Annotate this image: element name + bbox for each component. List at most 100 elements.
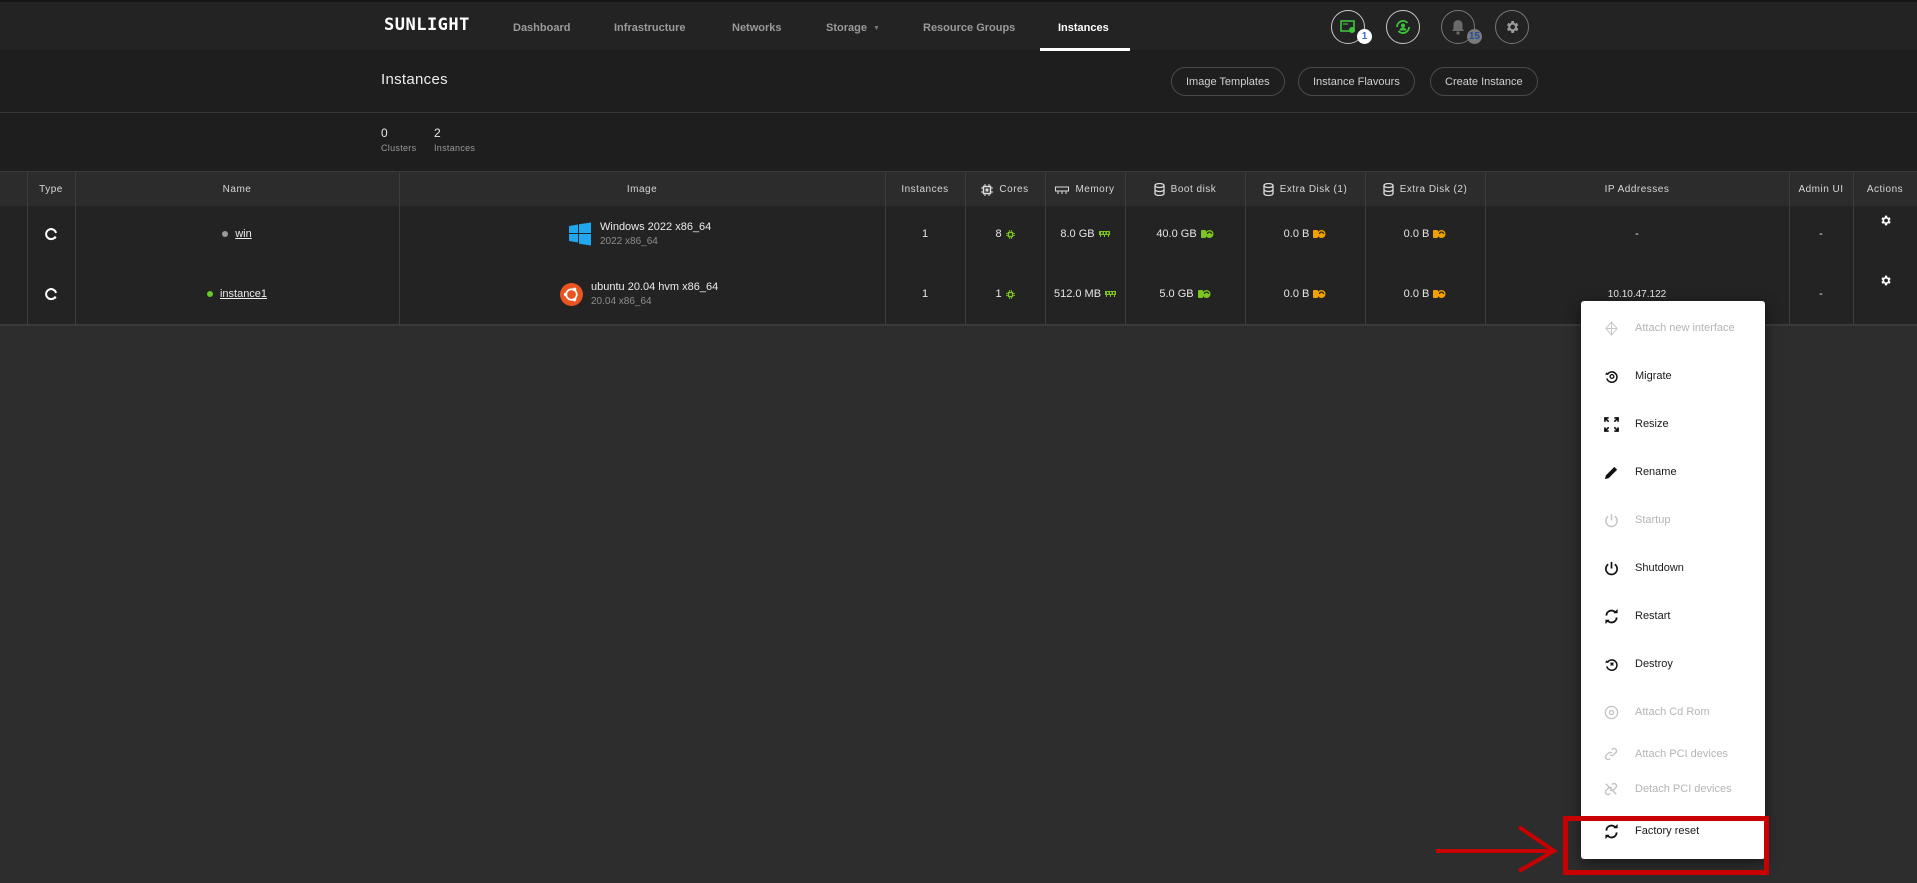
extra-disk-2-cell: 0.0 B (1365, 264, 1485, 324)
menu-rename[interactable]: Rename (1581, 455, 1765, 489)
col-boot-disk-label: Boot disk (1170, 184, 1217, 195)
col-name[interactable]: Name (75, 173, 399, 206)
nav-instances[interactable]: Instances (1058, 22, 1109, 34)
col-ip-addresses[interactable]: IP Addresses (1485, 173, 1789, 206)
menu-attach-pci-devices[interactable]: Attach PCI devices (1581, 737, 1765, 771)
menu-migrate[interactable]: Migrate (1581, 359, 1765, 393)
menu-attach-new-interface[interactable]: Attach new interface (1581, 311, 1765, 345)
image-title: Windows 2022 x86_64 (600, 221, 712, 233)
extra-disk-1-cell: 0.0 B (1245, 204, 1365, 264)
memory-icon (1055, 186, 1070, 194)
table-row[interactable]: win Windows 2022 x86_64 2022 x86_64 1 8 … (0, 204, 1917, 264)
extra-disk-2-value: 0.0 B (1403, 228, 1430, 240)
license-button[interactable]: 1 (1331, 10, 1372, 44)
instance-type-icon (45, 228, 57, 241)
user-sync-button[interactable] (1386, 10, 1420, 44)
image-templates-button[interactable]: Image Templates (1171, 67, 1285, 96)
database-icon (1383, 183, 1394, 196)
annotation-arrow-icon (1436, 825, 1558, 873)
col-type[interactable]: Type (27, 173, 75, 206)
col-extra-disk-1[interactable]: Extra Disk (1) (1245, 173, 1365, 206)
menu-detach-pci-devices[interactable]: Detach PCI devices (1581, 772, 1765, 806)
extra-disk-2-cell: 0.0 B (1365, 204, 1485, 264)
menu-resize[interactable]: Resize (1581, 407, 1765, 441)
power-icon (1603, 560, 1619, 576)
col-admin-ui[interactable]: Admin UI (1789, 173, 1853, 206)
row-actions-button[interactable] (1879, 274, 1892, 287)
cores-cell: 1 (965, 264, 1045, 324)
notifications-button[interactable]: 15 (1441, 10, 1482, 44)
create-instance-button[interactable]: Create Instance (1430, 67, 1538, 96)
settings-button[interactable] (1495, 10, 1529, 44)
name-cell: instance1 (75, 264, 399, 324)
disk-warning-icon (1313, 230, 1326, 238)
image-cell: Windows 2022 x86_64 2022 x86_64 (568, 204, 868, 264)
type-cell (27, 204, 75, 264)
col-memory[interactable]: Memory (1045, 173, 1125, 206)
menu-label: Shutdown (1635, 562, 1684, 574)
resize-icon (1603, 416, 1619, 432)
instance-name-link[interactable]: win (235, 228, 252, 240)
menu-startup[interactable]: Startup (1581, 503, 1765, 537)
menu-shutdown[interactable]: Shutdown (1581, 551, 1765, 585)
gear-icon (1880, 215, 1891, 226)
nav-storage[interactable]: Storage ▼ (826, 22, 880, 34)
col-extra-disk-1-label: Extra Disk (1) (1279, 184, 1348, 195)
actions-cell (1853, 204, 1917, 264)
admin-ui-cell: - (1819, 228, 1823, 240)
disk-warning-icon (1433, 290, 1446, 298)
image-cell: ubuntu 20.04 hvm x86_64 20.04 x86_64 (560, 264, 860, 324)
cpu-icon (981, 183, 994, 196)
col-extra-disk-2-label: Extra Disk (2) (1399, 184, 1468, 195)
nav-networks[interactable]: Networks (732, 22, 782, 34)
col-instances[interactable]: Instances (885, 173, 965, 206)
license-badge: 1 (1357, 29, 1372, 44)
page-title: Instances (381, 71, 448, 88)
image-subtitle: 20.04 x86_64 (591, 296, 652, 307)
menu-label: Destroy (1635, 658, 1673, 670)
admin-ui-cell: - (1819, 288, 1823, 300)
link-icon (1603, 746, 1619, 762)
col-image[interactable]: Image (399, 173, 885, 206)
bell-icon (1452, 20, 1464, 35)
unlink-icon (1603, 781, 1619, 797)
sunlight-logo[interactable]: SUNLIGHT (384, 15, 470, 35)
power-icon (1603, 512, 1619, 528)
ip-address-cell: - (1635, 228, 1639, 240)
instance-actions-menu: Attach new interface Migrate Resize Rena… (1581, 301, 1765, 859)
disk-warning-icon (1313, 290, 1326, 298)
page-header: Instances Image Templates Instance Flavo… (0, 51, 1917, 113)
disk-warning-icon (1433, 230, 1446, 238)
instance-name-link[interactable]: instance1 (220, 288, 267, 300)
stat-instances-value: 2 (434, 126, 441, 140)
nav-dashboard[interactable]: Dashboard (513, 22, 570, 34)
menu-restart[interactable]: Restart (1581, 599, 1765, 633)
restart-icon (1603, 608, 1619, 624)
gear-icon (1507, 21, 1519, 33)
memory-status-icon (1098, 231, 1110, 237)
menu-label: Migrate (1635, 370, 1672, 382)
col-cores[interactable]: Cores (965, 173, 1045, 206)
col-extra-disk-2[interactable]: Extra Disk (2) (1365, 173, 1485, 206)
database-icon (1154, 183, 1165, 196)
boot-disk-cell: 5.0 GB (1125, 264, 1245, 324)
nav-infrastructure[interactable]: Infrastructure (614, 22, 686, 34)
col-boot-disk[interactable]: Boot disk (1125, 173, 1245, 206)
menu-destroy[interactable]: Destroy (1581, 647, 1765, 681)
cpu-status-icon (1005, 289, 1015, 299)
menu-label: Rename (1635, 466, 1677, 478)
col-actions: Actions (1866, 184, 1904, 195)
instances-count: 1 (921, 228, 929, 240)
menu-label: Attach new interface (1635, 322, 1735, 334)
boot-disk-value: 40.0 GB (1156, 228, 1197, 240)
menu-attach-cd-rom[interactable]: Attach Cd Rom (1581, 695, 1765, 729)
image-title: ubuntu 20.04 hvm x86_64 (591, 281, 719, 293)
top-navigation: SUNLIGHT Dashboard Infrastructure Networ… (0, 0, 1917, 52)
instance-flavours-button[interactable]: Instance Flavours (1298, 67, 1415, 96)
nav-resource-groups[interactable]: Resource Groups (923, 22, 1015, 34)
disk-status-icon (1197, 290, 1211, 298)
windows-icon (569, 222, 591, 246)
memory-cell: 512.0 MB (1045, 264, 1125, 324)
notifications-badge: 15 (1466, 29, 1482, 44)
row-actions-button[interactable] (1879, 214, 1892, 227)
